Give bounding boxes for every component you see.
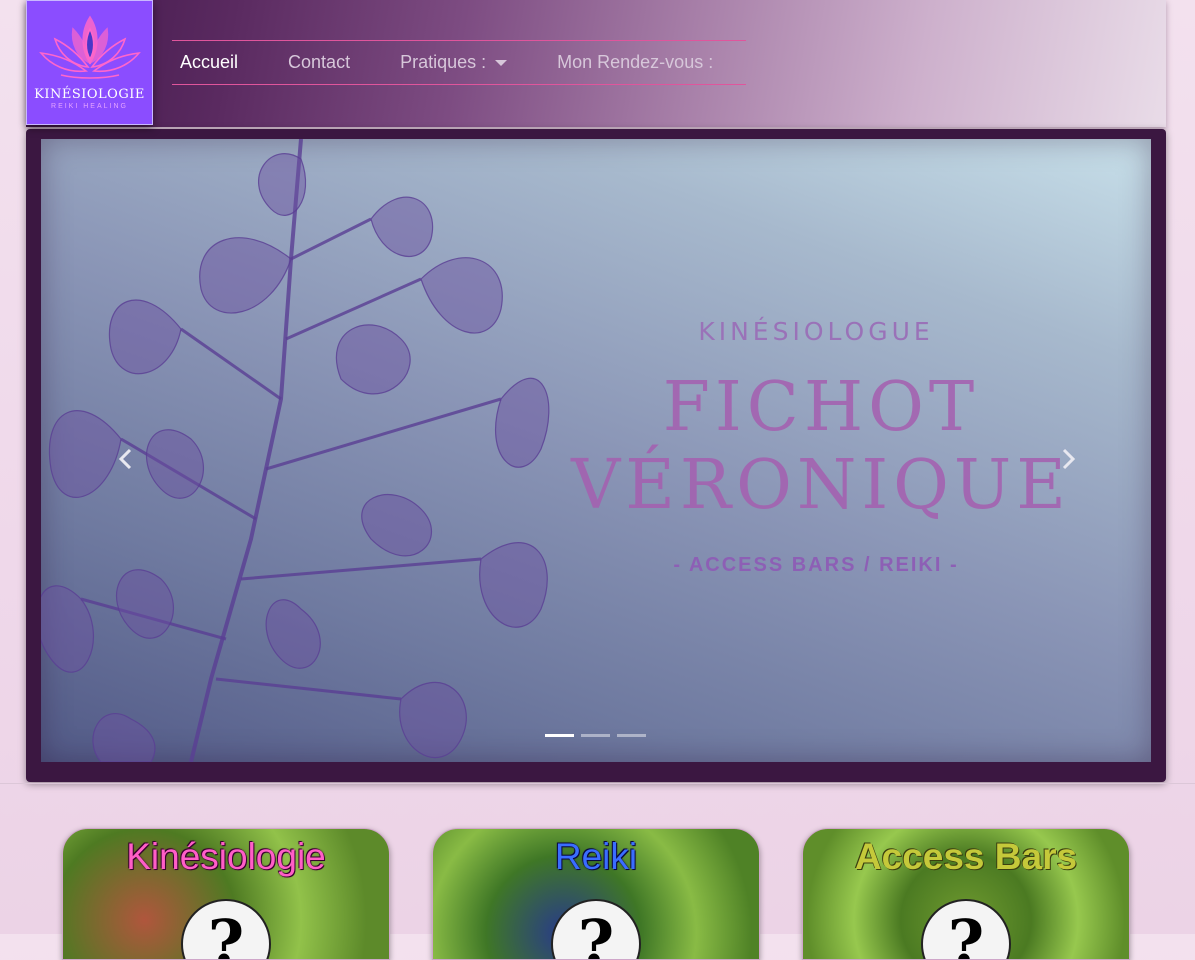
- slide-title: FICHOT VÉRONIQUE: [541, 369, 1101, 525]
- logo-subtitle: REIKI HEALING: [51, 103, 128, 110]
- nav-item-pratiques[interactable]: Pratiques :: [400, 52, 508, 73]
- slide-tagline: - ACCESS BARS / REIKI -: [673, 554, 959, 576]
- carousel-next-button[interactable]: [1053, 444, 1083, 474]
- chevron-down-icon: [495, 60, 508, 67]
- carousel-indicators: [545, 734, 646, 737]
- card-title: Access Bars: [854, 836, 1078, 877]
- card-reiki[interactable]: Reiki ?: [432, 828, 760, 960]
- section-divider: [0, 783, 1195, 784]
- carousel-indicator-1[interactable]: [545, 734, 574, 737]
- chevron-right-icon: [1062, 448, 1076, 470]
- carousel-prev-button[interactable]: [111, 444, 141, 474]
- chevron-left-icon: [118, 448, 132, 470]
- slide-title-line-1: FICHOT: [662, 368, 980, 447]
- lotus-icon: [39, 15, 141, 79]
- nav-item-contact[interactable]: Contact: [288, 52, 350, 73]
- card-kinesiologie[interactable]: Kinésiologie ?: [62, 828, 390, 960]
- carousel-slide: KINÉSIOLOGUE FICHOT VÉRONIQUE - ACCESS B…: [41, 139, 1151, 762]
- slide-title-line-2: VÉRONIQUE: [571, 446, 1071, 525]
- carousel-indicator-2[interactable]: [581, 734, 610, 737]
- question-mark-icon: ?: [551, 899, 641, 959]
- carousel-indicator-3[interactable]: [617, 734, 646, 737]
- site-logo[interactable]: KINÉSIOLOGIE REIKI HEALING: [26, 0, 153, 125]
- question-mark-icon: ?: [921, 899, 1011, 959]
- nav-item-rendez-vous[interactable]: Mon Rendez-vous :: [557, 52, 713, 73]
- nav-item-accueil[interactable]: Accueil: [180, 52, 238, 73]
- nav-item-pratiques-label: Pratiques :: [400, 52, 487, 72]
- question-mark-icon: ?: [181, 899, 271, 959]
- hero-carousel: KINÉSIOLOGUE FICHOT VÉRONIQUE - ACCESS B…: [26, 129, 1166, 782]
- slide-subtitle: KINÉSIOLOGUE: [698, 317, 934, 346]
- main-nav: Accueil Contact Pratiques : Mon Rendez-v…: [172, 40, 746, 85]
- card-access-bars[interactable]: Access Bars ?: [802, 828, 1130, 960]
- card-title: Reiki: [554, 836, 638, 877]
- logo-title: KINÉSIOLOGIE: [34, 87, 145, 102]
- card-title: Kinésiologie: [126, 836, 326, 877]
